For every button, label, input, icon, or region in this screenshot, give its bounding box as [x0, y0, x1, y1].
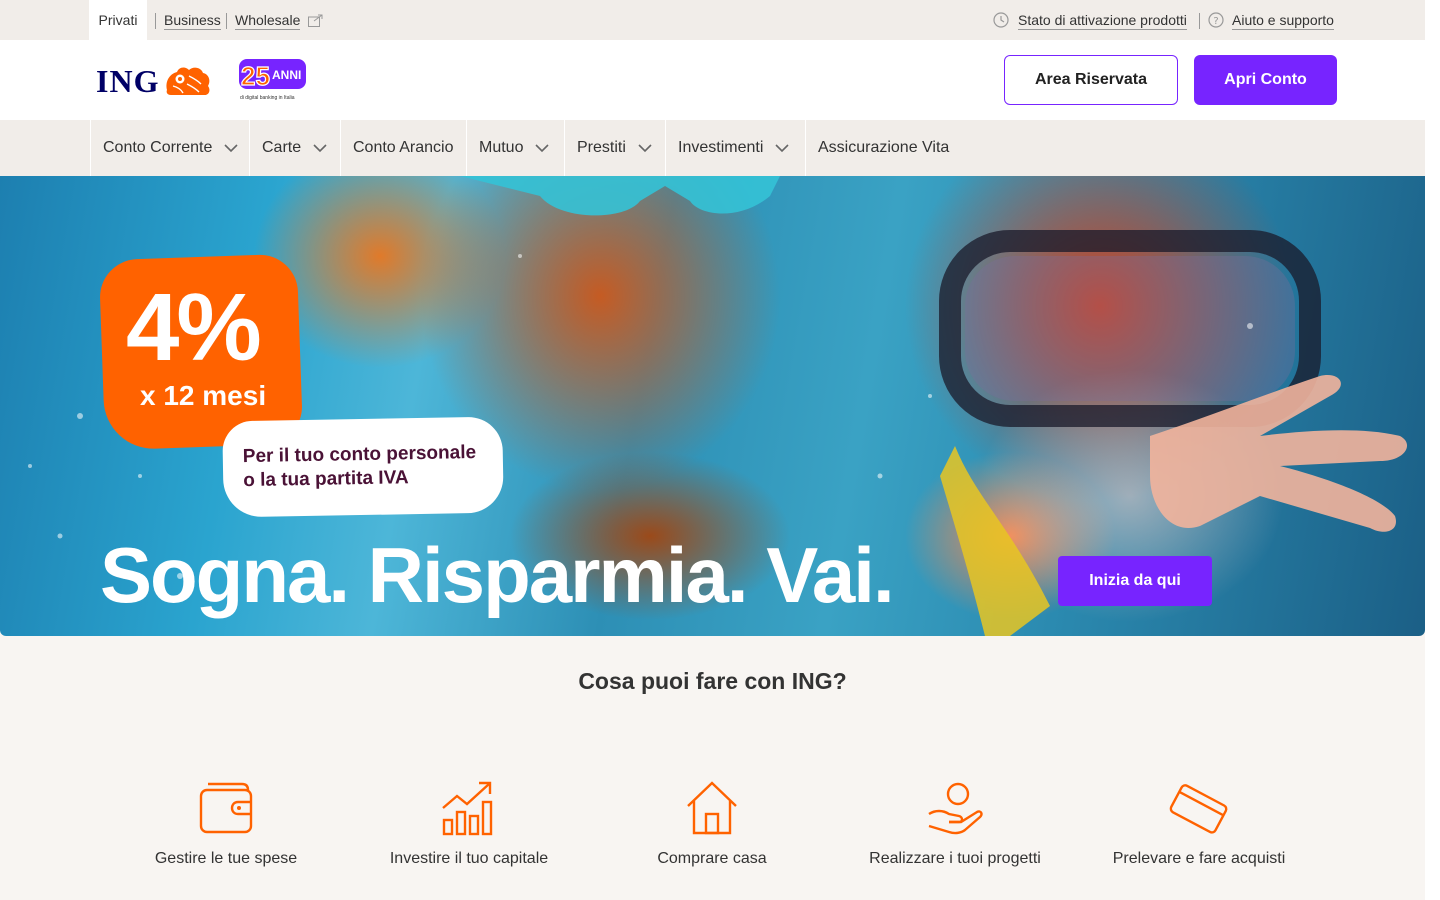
chevron-down-icon: [224, 143, 238, 152]
separator: [1199, 13, 1200, 29]
inizia-da-qui-button[interactable]: Inizia da qui: [1058, 556, 1212, 606]
feature-investire-capitale[interactable]: Investire il tuo capitale: [359, 778, 579, 868]
lion-icon: [166, 67, 210, 95]
house-icon: [687, 781, 737, 835]
wallet-icon: [199, 782, 253, 834]
hero-headline: Sogna. Risparmia. Vai.: [100, 531, 895, 619]
utility-bar: Privati Business Wholesale Stato di atti…: [0, 0, 1425, 40]
feature-comprare-casa[interactable]: Comprare casa: [602, 778, 822, 868]
feature-label: Prelevare e fare acquisti: [1112, 850, 1286, 867]
tab-privati[interactable]: Privati: [89, 0, 147, 40]
nav-item-mutuo[interactable]: Mutuo: [466, 120, 564, 176]
chevron-down-icon: [313, 143, 327, 152]
tab-wholesale[interactable]: Wholesale: [235, 11, 301, 30]
chevron-down-icon: [535, 143, 550, 152]
feature-realizzare-progetti[interactable]: Realizzare i tuoi progetti: [845, 778, 1065, 868]
link-stato-attivazione[interactable]: Stato di attivazione prodotti: [1018, 11, 1187, 30]
card-icon: [1169, 784, 1228, 834]
hero-banner: 4% x 12 mesi Per il tuo conto personale …: [0, 176, 1425, 636]
anniversary-tagline: di digital banking in Italia: [240, 95, 295, 101]
tab-privati-label: Privati: [98, 12, 138, 28]
nav-item-carte[interactable]: Carte: [249, 120, 340, 176]
bubble-line-1: Per il tuo conto personale: [242, 442, 477, 468]
nav-item-label: Mutuo: [479, 139, 524, 156]
link-aiuto-supporto[interactable]: Aiuto e supporto: [1232, 11, 1334, 30]
nav-item-label: Conto Arancio: [353, 139, 454, 156]
feature-label: Comprare casa: [657, 850, 767, 867]
feature-label: Realizzare i tuoi progetti: [869, 850, 1041, 867]
anniversary-word: ANNI: [272, 68, 301, 82]
nav-item-investimenti[interactable]: Investimenti: [665, 120, 805, 176]
nav-item-label: Carte: [262, 139, 302, 156]
rate-period: x 12 mesi: [140, 380, 267, 411]
nav-item-prestiti[interactable]: Prestiti: [564, 120, 665, 176]
header: ING 25 ANNI di digital banking in Italia…: [0, 40, 1425, 120]
nav-item-label: Prestiti: [577, 139, 626, 156]
area-riservata-button[interactable]: Area Riservata: [1004, 55, 1178, 105]
help-icon: ?: [1208, 12, 1224, 28]
external-link-icon: [308, 14, 323, 27]
feature-label: Gestire le tue spese: [154, 850, 298, 867]
main-nav: Conto Corrente Carte Conto Arancio Mutuo…: [0, 120, 1425, 176]
speech-bubble: Per il tuo conto personale o la tua part…: [222, 416, 504, 518]
tab-business[interactable]: Business: [164, 11, 221, 30]
chevron-down-icon: [775, 143, 789, 152]
feature-prelevare-acquisti[interactable]: Prelevare e fare acquisti: [1089, 778, 1309, 868]
feature-label: Investire il tuo capitale: [389, 850, 549, 867]
page: Privati Business Wholesale Stato di atti…: [0, 0, 1425, 900]
feature-gestire-spese[interactable]: Gestire le tue spese: [116, 778, 336, 868]
nav-item-label: Investimenti: [678, 139, 764, 156]
nav-item-label: Assicurazione Vita: [818, 139, 950, 156]
svg-text:?: ?: [1213, 16, 1218, 27]
clock-icon: [993, 12, 1009, 28]
anniversary-badge-icon: 25 ANNI di digital banking in Italia: [239, 59, 306, 101]
anniversary-number: 25: [241, 61, 270, 91]
separator: [226, 13, 227, 29]
nav-item-label: Conto Corrente: [103, 139, 213, 156]
nav-item-conto-arancio[interactable]: Conto Arancio: [340, 120, 466, 176]
ing-logo[interactable]: ING: [96, 64, 213, 98]
chevron-down-icon: [638, 143, 652, 152]
rate-value: 4%: [126, 274, 262, 381]
section-title: Cosa puoi fare con ING?: [578, 668, 847, 694]
separator: [155, 13, 156, 29]
logo-text: ING: [96, 63, 160, 99]
hand-coin-icon: [928, 782, 983, 835]
growth-chart-icon: [442, 781, 493, 836]
bubble-line-2: o la tua partita IVA: [243, 467, 409, 492]
nav-item-conto-corrente[interactable]: Conto Corrente: [90, 120, 249, 176]
nav-item-assicurazione-vita[interactable]: Assicurazione Vita: [805, 120, 960, 176]
apri-conto-button[interactable]: Apri Conto: [1194, 55, 1337, 105]
